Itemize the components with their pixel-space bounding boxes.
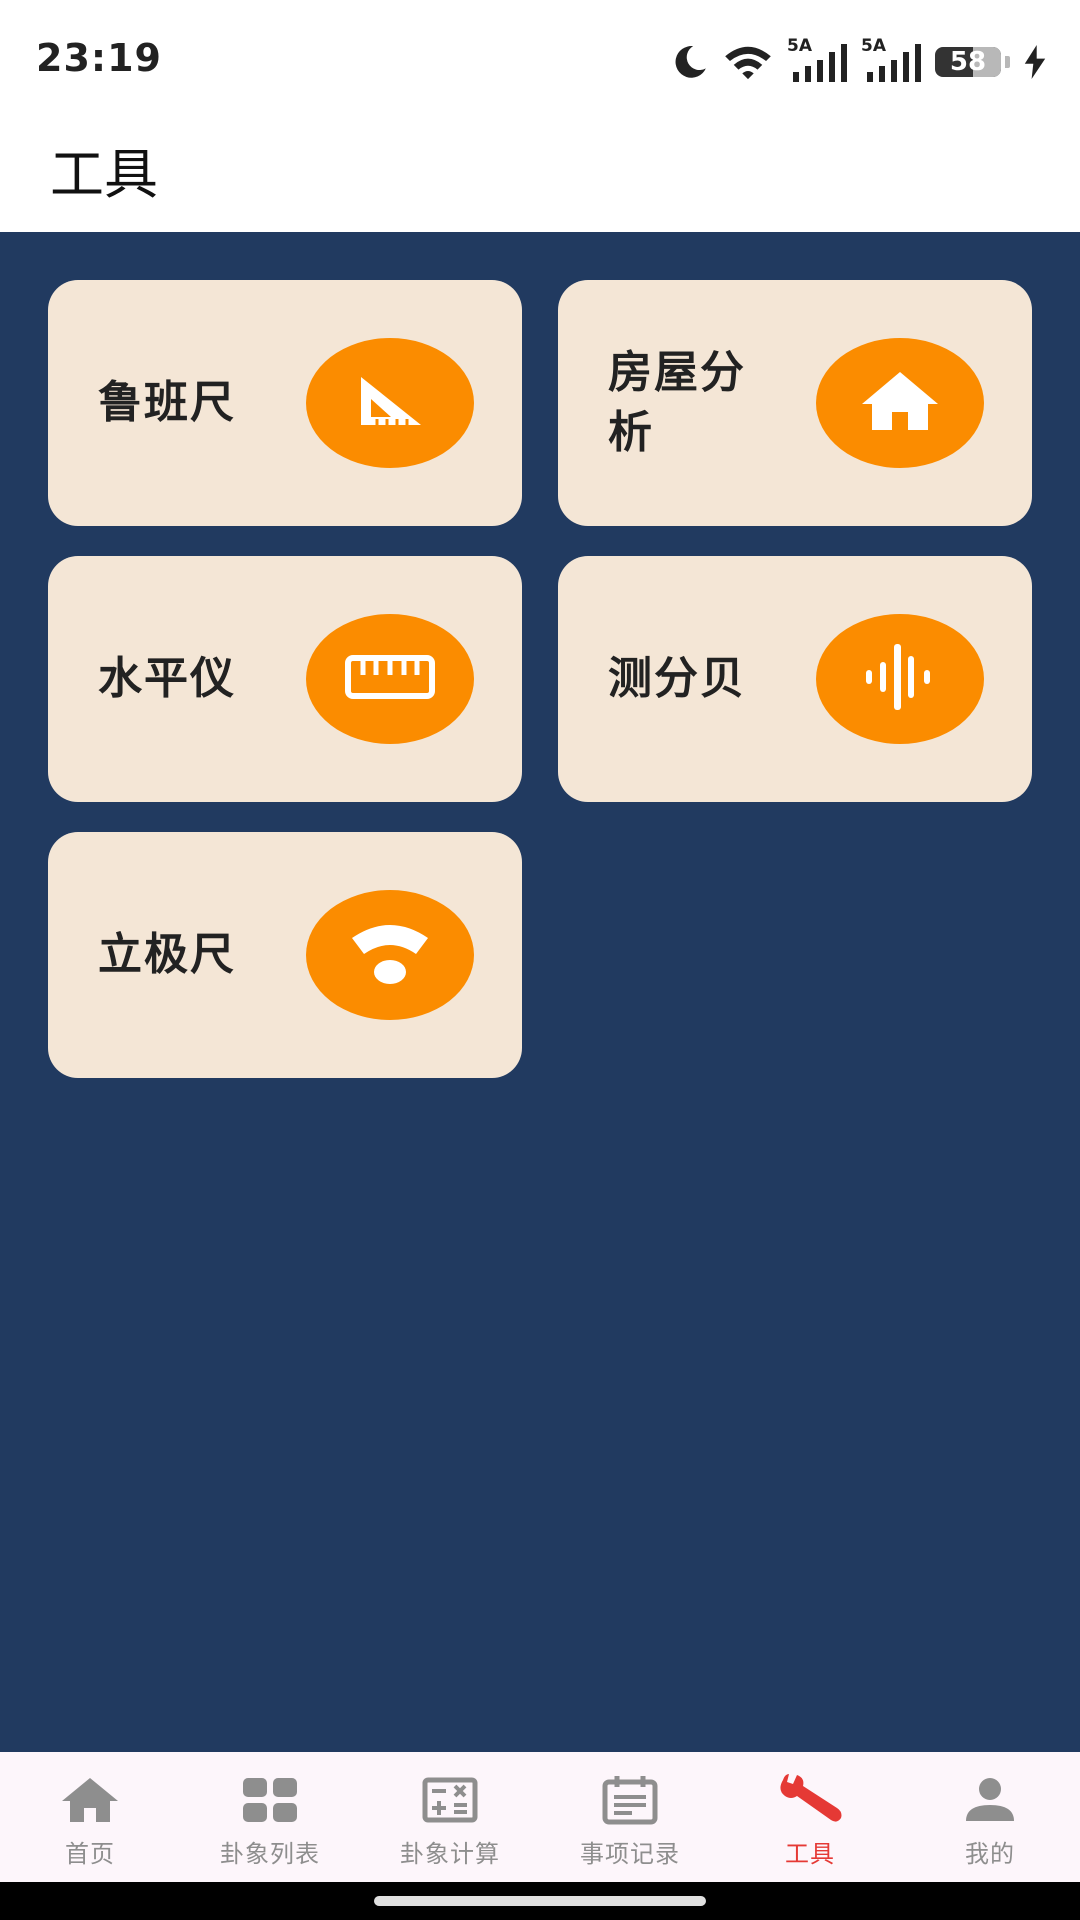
status-time: 23:19	[36, 36, 162, 80]
gesture-handle[interactable]	[374, 1896, 706, 1906]
tools-grid: 鲁班尺 房屋分析 水平仪 测分贝 立极尺	[0, 232, 1080, 1752]
signal-label: 5A	[787, 36, 812, 56]
tool-tile-luban-ruler[interactable]: 鲁班尺	[48, 280, 522, 526]
wrench-icon	[775, 1774, 845, 1826]
home-icon	[61, 1774, 119, 1826]
signal-icon: 5A	[787, 36, 847, 82]
moon-icon	[671, 43, 709, 81]
page-title: 工具	[50, 143, 158, 206]
battery-tip	[1005, 56, 1010, 68]
nav-item-hexagram-list[interactable]: 卦象列表	[180, 1752, 360, 1882]
tool-tile-liji-ruler[interactable]: 立极尺	[48, 832, 522, 1078]
tool-label: 水平仪	[98, 653, 236, 704]
battery-level: 58	[949, 47, 987, 77]
house-icon	[860, 370, 940, 436]
bottom-nav: 首页 卦象列表 卦象计算 事项记录 工具 我的	[0, 1752, 1080, 1882]
calculator-icon	[422, 1774, 478, 1826]
set-square-icon	[355, 373, 425, 433]
nav-item-event-log[interactable]: 事项记录	[540, 1752, 720, 1882]
ruler-icon	[345, 655, 435, 703]
person-icon	[964, 1774, 1016, 1826]
charging-icon	[1024, 45, 1046, 79]
sound-wave-icon	[860, 642, 940, 716]
wifi-icon	[723, 43, 773, 81]
tool-badge	[306, 614, 474, 744]
tool-badge	[816, 338, 984, 468]
tool-label: 立极尺	[98, 929, 236, 980]
signal-fan-icon	[350, 920, 430, 990]
nav-item-hexagram-calc[interactable]: 卦象计算	[360, 1752, 540, 1882]
system-gesture-bar	[0, 1882, 1080, 1920]
grid-icon	[242, 1774, 298, 1826]
signal-icon: 5A	[861, 36, 921, 82]
tool-tile-level[interactable]: 水平仪	[48, 556, 522, 802]
tool-tile-decibel[interactable]: 测分贝	[558, 556, 1032, 802]
nav-label: 事项记录	[580, 1840, 680, 1868]
app-header: 工具	[0, 120, 1080, 232]
tool-label: 测分贝	[608, 653, 746, 704]
nav-label: 我的	[965, 1840, 1015, 1868]
tool-badge	[306, 890, 474, 1020]
calendar-icon	[602, 1774, 658, 1826]
nav-label: 卦象计算	[400, 1840, 500, 1868]
signal-label: 5A	[861, 36, 886, 56]
battery-icon: 58	[935, 47, 1001, 77]
screen: 23:19 5A 5A 58 工具 鲁班尺 房屋分析 水平仪 测分贝 立极尺 首…	[0, 0, 1080, 1920]
nav-item-profile[interactable]: 我的	[900, 1752, 1080, 1882]
nav-item-tools[interactable]: 工具	[720, 1752, 900, 1882]
nav-label: 首页	[65, 1840, 115, 1868]
tool-tile-house-analysis[interactable]: 房屋分析	[558, 280, 1032, 526]
status-bar: 23:19 5A 5A 58	[0, 0, 1080, 120]
tool-label: 鲁班尺	[98, 377, 236, 428]
tool-label: 房屋分析	[608, 347, 746, 458]
nav-label: 工具	[785, 1840, 835, 1868]
nav-item-home[interactable]: 首页	[0, 1752, 180, 1882]
status-icons: 5A 5A 58	[671, 36, 1046, 84]
nav-label: 卦象列表	[220, 1840, 320, 1868]
tool-badge	[816, 614, 984, 744]
tool-badge	[306, 338, 474, 468]
